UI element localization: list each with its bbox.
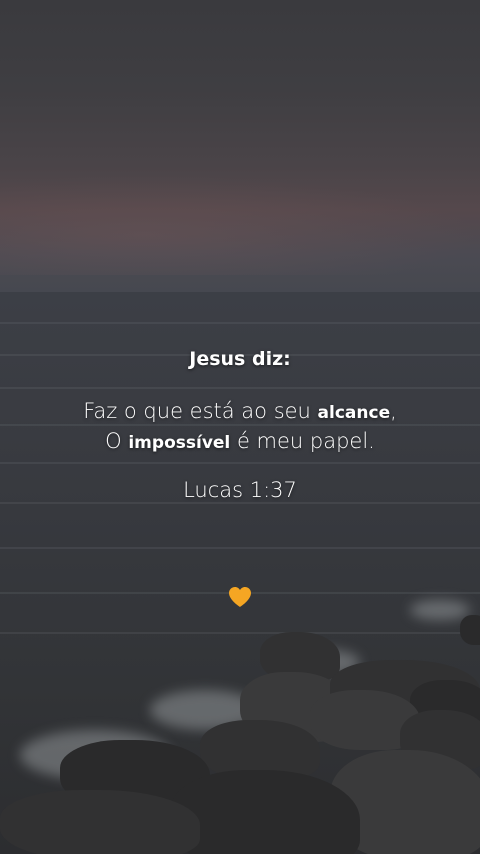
quote-line-2-emphasis: impossível bbox=[128, 433, 231, 453]
quote-line-2: O impossível é meu papel. bbox=[0, 427, 480, 457]
horizon-glow bbox=[0, 175, 480, 275]
quote-line-1-text: Faz o que está ao seu bbox=[83, 399, 318, 423]
bible-reference: Lucas 1:37 bbox=[183, 478, 297, 502]
post-image: Jesus diz: Faz o que está ao seu alcance… bbox=[0, 0, 480, 854]
post-heading: Jesus diz: bbox=[189, 348, 291, 370]
quote-line-2-text-end: é meu papel. bbox=[230, 429, 375, 453]
quote-line-1-punctuation: , bbox=[390, 399, 397, 423]
rock bbox=[0, 790, 200, 854]
quote-line-2-text: O bbox=[105, 429, 129, 453]
quote-line-1-emphasis: alcance bbox=[317, 403, 391, 423]
orange-heart-icon bbox=[228, 586, 252, 608]
quote-line-1: Faz o que está ao seu alcance, bbox=[0, 397, 480, 427]
rock bbox=[460, 615, 480, 645]
quote-text: Faz o que está ao seu alcance, O impossí… bbox=[0, 397, 480, 457]
